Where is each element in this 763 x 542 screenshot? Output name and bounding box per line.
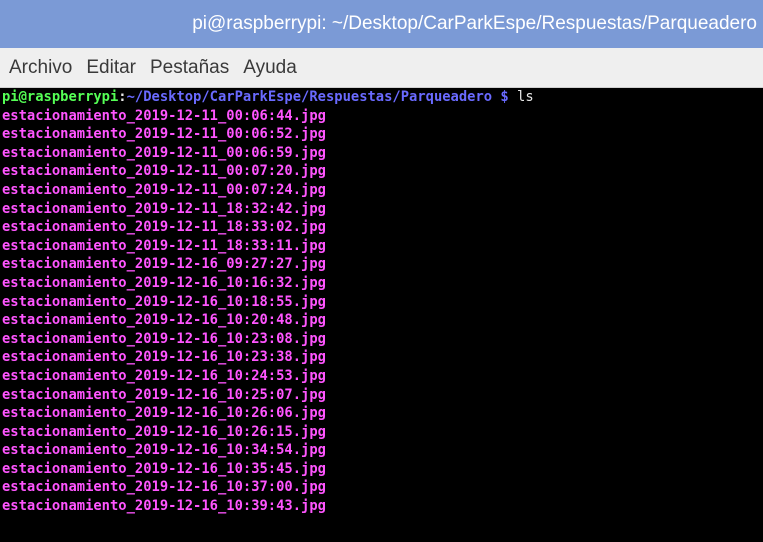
title-bar[interactable]: pi@raspberrypi: ~/Desktop/CarParkEspe/Re… <box>0 0 763 48</box>
file-entry: estacionamiento_2019-12-16_10:26:15.jpg <box>2 423 326 440</box>
file-entry: estacionamiento_2019-12-16_10:25:07.jpg <box>2 386 326 403</box>
file-entry: estacionamiento_2019-12-16_09:27:27.jpg <box>2 256 326 273</box>
file-entry: estacionamiento_2019-12-11_18:33:11.jpg <box>2 237 326 254</box>
file-entry: estacionamiento_2019-12-16_10:37:00.jpg <box>2 479 326 496</box>
prompt-path: ~/Desktop/CarParkEspe/Respuestas/Parquea… <box>126 89 493 105</box>
prompt-colon: : <box>118 89 127 105</box>
file-entry: estacionamiento_2019-12-16_10:35:45.jpg <box>2 460 326 477</box>
file-entry: estacionamiento_2019-12-16_10:20:48.jpg <box>2 312 326 329</box>
file-entry: estacionamiento_2019-12-16_10:23:38.jpg <box>2 349 326 366</box>
file-entry: estacionamiento_2019-12-16_10:39:43.jpg <box>2 498 326 515</box>
terminal-window: pi@raspberrypi: ~/Desktop/CarParkEspe/Re… <box>0 0 763 542</box>
file-entry: estacionamiento_2019-12-11_00:06:52.jpg <box>2 126 326 143</box>
prompt-symbol: $ <box>492 89 518 105</box>
prompt-command: ls <box>517 89 534 105</box>
file-entry: estacionamiento_2019-12-16_10:34:54.jpg <box>2 442 326 459</box>
prompt-user: pi@raspberrypi <box>2 89 119 105</box>
file-entry: estacionamiento_2019-12-11_00:06:59.jpg <box>2 144 326 161</box>
prompt-line: pi@raspberrypi:~/Desktop/CarParkEspe/Res… <box>2 88 763 107</box>
terminal-output[interactable]: pi@raspberrypi:~/Desktop/CarParkEspe/Res… <box>0 88 763 542</box>
menu-pestanas[interactable]: Pestañas <box>143 57 236 79</box>
file-entry: estacionamiento_2019-12-16_10:24:53.jpg <box>2 367 326 384</box>
menu-bar: Archivo Editar Pestañas Ayuda <box>0 48 763 88</box>
file-entry: estacionamiento_2019-12-11_00:06:44.jpg <box>2 107 326 124</box>
window-title: pi@raspberrypi: ~/Desktop/CarParkEspe/Re… <box>192 13 757 34</box>
menu-ayuda[interactable]: Ayuda <box>236 57 304 79</box>
file-entry: estacionamiento_2019-12-11_00:07:24.jpg <box>2 181 326 198</box>
file-entry: estacionamiento_2019-12-11_18:33:02.jpg <box>2 219 326 236</box>
file-list: estacionamiento_2019-12-11_00:06:44.jpge… <box>2 107 763 516</box>
file-entry: estacionamiento_2019-12-11_00:07:20.jpg <box>2 163 326 180</box>
file-entry: estacionamiento_2019-12-16_10:16:32.jpg <box>2 274 326 291</box>
file-entry: estacionamiento_2019-12-16_10:26:06.jpg <box>2 405 326 422</box>
menu-editar[interactable]: Editar <box>79 57 143 79</box>
file-entry: estacionamiento_2019-12-11_18:32:42.jpg <box>2 200 326 217</box>
file-entry: estacionamiento_2019-12-16_10:18:55.jpg <box>2 293 326 310</box>
menu-archivo[interactable]: Archivo <box>2 57 79 79</box>
file-entry: estacionamiento_2019-12-16_10:23:08.jpg <box>2 330 326 347</box>
